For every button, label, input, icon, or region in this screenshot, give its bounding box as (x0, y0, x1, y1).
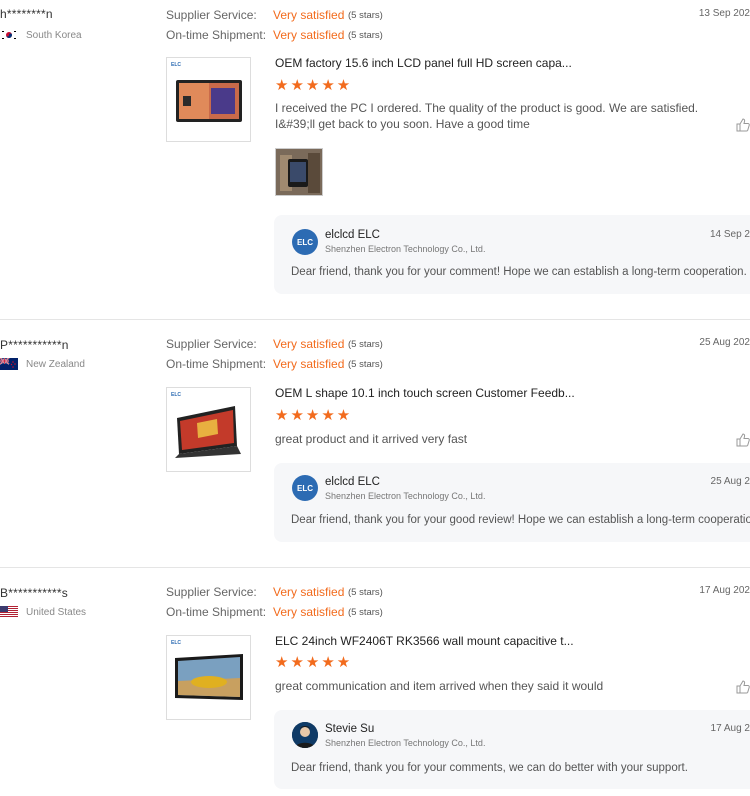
south-korea-flag-icon (0, 29, 18, 41)
supplier-service-stars: (5 stars) (348, 339, 383, 350)
seller-name: elclcd ELC (325, 229, 380, 241)
on-time-shipment-stars: (5 stars) (348, 359, 383, 370)
supplier-service-label: Supplier Service: (166, 337, 257, 351)
seller-reply: Stevie Su Shenzhen Electron Technology C… (274, 710, 750, 789)
reviewer-name: h********n (0, 7, 53, 21)
on-time-shipment-value: Very satisfied (273, 357, 345, 371)
rating-stars: ★★★★★ (275, 77, 353, 94)
supplier-service-value: Very satisfied (273, 8, 345, 22)
thumbs-up-icon[interactable] (736, 680, 750, 694)
reply-date: 14 Sep 2 (709, 229, 750, 240)
review-card: h********n South Korea Supplier Service:… (0, 0, 750, 318)
review-date: 13 Sep 202 (698, 8, 750, 19)
rating-stars: ★★★★★ (275, 654, 353, 671)
review-comment: great communication and item arrived whe… (275, 679, 604, 693)
seller-reply: ELC elclcd ELC Shenzhen Electron Technol… (274, 215, 750, 294)
supplier-service-label: Supplier Service: (166, 585, 257, 599)
review-card: P***********n New Zealand Supplier Servi… (0, 320, 750, 567)
review-card: B***********s United States Supplier Ser… (0, 568, 750, 796)
supplier-service-value: Very satisfied (273, 585, 345, 599)
review-photo[interactable] (275, 148, 323, 196)
country-name: United States (26, 606, 87, 618)
reviewer-country: South Korea (0, 29, 82, 41)
review-comment: I received the PC I ordered. The quality… (275, 101, 699, 131)
on-time-shipment-value: Very satisfied (273, 28, 345, 42)
seller-avatar: ELC (292, 475, 318, 501)
thumbs-up-icon[interactable] (736, 433, 750, 447)
product-thumbnail[interactable]: ELC (166, 635, 251, 720)
seller-company: Shenzhen Electron Technology Co., Ltd. (325, 491, 486, 501)
reviewer-name: P***********n (0, 338, 69, 352)
product-title-link[interactable]: ELC 24inch WF2406T RK3566 wall mount cap… (275, 634, 574, 648)
country-name: New Zealand (26, 358, 85, 370)
reviewer-name: B***********s (0, 586, 68, 600)
thumbs-up-icon[interactable] (736, 118, 750, 132)
seller-company: Shenzhen Electron Technology Co., Ltd. (325, 738, 486, 748)
reply-text: Dear friend, thank you for your comment!… (291, 266, 747, 278)
supplier-service-stars: (5 stars) (348, 10, 383, 21)
seller-avatar: ELC (292, 229, 318, 255)
product-thumbnail[interactable]: ELC (166, 387, 251, 472)
reviewer-country: United States (0, 606, 86, 618)
reviewer-country: New Zealand (0, 358, 85, 370)
product-title-link[interactable]: OEM L shape 10.1 inch touch screen Custo… (275, 386, 575, 400)
seller-name: Stevie Su (325, 723, 375, 735)
on-time-shipment-stars: (5 stars) (348, 30, 383, 41)
seller-company: Shenzhen Electron Technology Co., Ltd. (325, 244, 486, 254)
country-name: South Korea (26, 29, 82, 41)
product-thumbnail[interactable]: ELC (166, 57, 251, 142)
review-date: 17 Aug 202 (699, 585, 750, 596)
new-zealand-flag-icon (0, 358, 18, 370)
reply-text: Dear friend, thank you for your good rev… (291, 514, 750, 526)
seller-reply: ELC elclcd ELC Shenzhen Electron Technol… (274, 463, 750, 542)
on-time-shipment-label: On-time Shipment: (166, 605, 267, 619)
supplier-service-value: Very satisfied (273, 337, 345, 351)
on-time-shipment-stars: (5 stars) (348, 607, 383, 618)
product-title-link[interactable]: OEM factory 15.6 inch LCD panel full HD … (275, 56, 572, 70)
review-date: 25 Aug 202 (699, 337, 750, 348)
reply-text: Dear friend, thank you for your comments… (291, 762, 688, 774)
supplier-service-label: Supplier Service: (166, 8, 257, 22)
on-time-shipment-label: On-time Shipment: (166, 357, 267, 371)
rating-stars: ★★★★★ (275, 407, 353, 424)
supplier-service-stars: (5 stars) (348, 587, 383, 598)
review-comment: great product and it arrived very fast (275, 432, 468, 446)
on-time-shipment-label: On-time Shipment: (166, 28, 267, 42)
reply-date: 17 Aug 2 (710, 723, 750, 734)
seller-name: elclcd ELC (325, 476, 380, 488)
reply-date: 25 Aug 2 (710, 476, 750, 487)
seller-avatar (292, 722, 318, 748)
on-time-shipment-value: Very satisfied (273, 605, 345, 619)
united-states-flag-icon (0, 606, 18, 618)
